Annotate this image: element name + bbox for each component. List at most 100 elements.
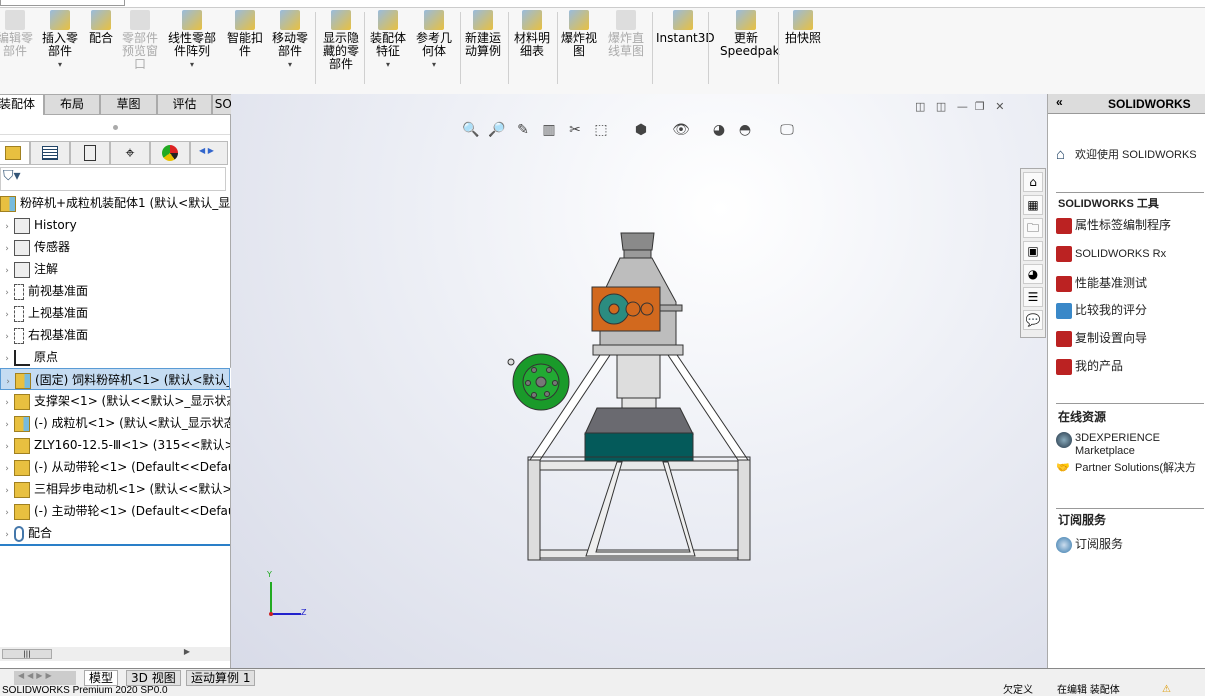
dynamic-annotation-icon[interactable]: ✂ xyxy=(566,122,584,140)
view-settings-icon[interactable]: 🖵 xyxy=(778,122,796,140)
tab-0[interactable]: 装配体 xyxy=(0,94,44,115)
panel-splitter[interactable] xyxy=(0,121,230,135)
configurationmanager-tab[interactable] xyxy=(70,141,110,165)
ribbon-button-9[interactable]: 参考几何体 ▾ xyxy=(416,10,452,71)
expand-icon[interactable]: › xyxy=(0,260,14,280)
tree-item[interactable]: › 原点 xyxy=(0,346,230,368)
ribbon-button-5[interactable]: 智能扣件 xyxy=(225,10,265,58)
chevron-down-icon[interactable]: ▾ xyxy=(42,58,78,71)
minimize-icon[interactable]: — xyxy=(957,100,968,113)
tree-item[interactable]: › 上视基准面 xyxy=(0,302,230,324)
expand-icon[interactable]: › xyxy=(0,348,14,368)
filter-bar[interactable]: ⛉▾ xyxy=(0,167,226,191)
horizontal-scrollbar[interactable]: ||| ▶ xyxy=(0,647,230,661)
ribbon-button-11[interactable]: 材料明细表 xyxy=(512,10,552,58)
dimxpert-tab[interactable]: ⌖ xyxy=(110,141,150,165)
tab-scroll-buttons[interactable]: ◀◀▶▶ xyxy=(14,671,76,685)
ribbon-button-12[interactable]: 爆炸视图 xyxy=(561,10,597,58)
ribbon-button-0[interactable]: 编辑零部件 xyxy=(0,10,33,58)
tool-link-2[interactable]: 性能基准测试 xyxy=(1056,274,1204,292)
expand-icon[interactable]: › xyxy=(0,392,14,412)
tree-item[interactable]: › 右视基准面 xyxy=(0,324,230,346)
tree-item[interactable]: 粉碎机+成粒机装配体1 (默认<默认_显示 xyxy=(0,192,230,214)
appearances-icon[interactable]: ◕ xyxy=(1023,264,1043,284)
expand-icon[interactable]: › xyxy=(0,436,14,456)
ribbon-button-8[interactable]: 装配体特征 ▾ xyxy=(368,10,408,71)
tab-1[interactable]: 布局 xyxy=(44,94,100,115)
ribbon-button-14[interactable]: Instant3D xyxy=(656,10,715,45)
zoom-area-icon[interactable]: 🔎 xyxy=(488,122,506,140)
ribbon-button-2[interactable]: 配合 xyxy=(86,10,116,45)
collapse-icon[interactable]: « xyxy=(1056,95,1063,109)
tile-right-icon[interactable]: ◫ xyxy=(936,100,946,113)
online-link-0[interactable]: 3DEXPERIENCE Marketplace xyxy=(1056,432,1204,458)
ribbon-button-4[interactable]: 线性零部件阵列 ▾ xyxy=(166,10,218,71)
close-icon[interactable]: ✕ xyxy=(995,100,1004,113)
expand-icon[interactable]: › xyxy=(0,304,14,324)
restore-icon[interactable]: ❐ xyxy=(975,100,985,113)
forum-icon[interactable]: 💬 xyxy=(1023,310,1043,330)
tool-link-1[interactable]: SOLIDWORKS Rx xyxy=(1056,246,1204,262)
tool-link-0[interactable]: 属性标签编制程序 xyxy=(1056,216,1204,234)
ribbon-button-6[interactable]: 移动零部件 ▾ xyxy=(270,10,310,71)
chevron-down-icon[interactable]: ▾ xyxy=(416,58,452,71)
chevron-down-icon[interactable]: ▾ xyxy=(270,58,310,71)
tree-item[interactable]: › (固定) 饲料粉碎机<1> (默认<默认_ xyxy=(0,368,230,390)
tree-item[interactable]: › 三相异步电动机<1> (默认<<默认> xyxy=(0,478,230,500)
expand-icon[interactable]: › xyxy=(0,414,14,434)
custom-properties-icon[interactable]: ☰ xyxy=(1023,287,1043,307)
tree-item[interactable]: › (-) 主动带轮<1> (Default<<Defau xyxy=(0,500,230,522)
ribbon-button-16[interactable]: 拍快照 xyxy=(783,10,823,45)
design-library-icon[interactable]: ▦ xyxy=(1023,195,1043,215)
ribbon-button-10[interactable]: 新建运动算例 xyxy=(463,10,503,58)
tool-link-4[interactable]: 复制设置向导 xyxy=(1056,329,1204,347)
home-tab-icon[interactable]: ⌂ xyxy=(1023,172,1043,192)
ribbon-button-13[interactable]: 爆炸直线草图 xyxy=(607,10,645,58)
tool-link-3[interactable]: 比较我的评分 xyxy=(1056,301,1204,319)
tab-model[interactable]: 模型 xyxy=(84,670,119,686)
hide-show-icon[interactable]: 👁 xyxy=(672,122,690,140)
ribbon-button-1[interactable]: 插入零部件 ▾ xyxy=(42,10,78,71)
expand-icon[interactable]: › xyxy=(1,371,15,389)
expand-icon[interactable]: › xyxy=(0,326,14,346)
section-view-icon[interactable]: ▥ xyxy=(540,122,558,140)
ribbon-button-15[interactable]: 更新Speedpak xyxy=(720,10,780,58)
propertymanager-tab[interactable] xyxy=(30,141,70,165)
ribbon-button-7[interactable]: 显示隐藏的零部件 xyxy=(319,10,363,71)
file-explorer-icon[interactable]: 🗀 xyxy=(1023,218,1043,238)
expand-icon[interactable]: › xyxy=(0,238,14,258)
rebuild-warning-icon[interactable]: ⚠ xyxy=(1162,685,1171,695)
tree-item[interactable]: › (-) 成粒机<1> (默认<默认_显示状态 xyxy=(0,412,230,434)
panel-tab-scroll[interactable]: ◀ ▶ xyxy=(190,141,228,165)
filter-icon[interactable]: ⛉▾ xyxy=(3,168,21,184)
chevron-down-icon[interactable]: ▾ xyxy=(166,58,218,71)
graphics-area[interactable] xyxy=(231,94,1047,668)
tree-item[interactable]: › 支撑架<1> (默认<<默认>_显示状态 xyxy=(0,390,230,412)
rollback-bar[interactable] xyxy=(0,544,230,546)
expand-icon[interactable]: › xyxy=(0,502,14,522)
expand-icon[interactable]: › xyxy=(0,480,14,500)
display-manager-tab[interactable] xyxy=(150,141,190,165)
tab-motion-study[interactable]: 运动算例 1 xyxy=(186,670,256,686)
solidworks-logo[interactable] xyxy=(0,0,125,6)
online-link-1[interactable]: 🤝 Partner Solutions(解决方 xyxy=(1056,462,1204,478)
expand-icon[interactable]: › xyxy=(0,524,14,544)
display-style-icon[interactable]: ⬢ xyxy=(632,122,650,140)
tile-left-icon[interactable]: ◫ xyxy=(915,100,925,113)
expand-icon[interactable]: › xyxy=(0,282,14,302)
tree-item[interactable]: › 传感器 xyxy=(0,236,230,258)
welcome-link[interactable]: ⌂ 欢迎使用 SOLIDWORKS xyxy=(1056,146,1204,163)
tab-3d-view[interactable]: 3D 视图 xyxy=(126,670,181,686)
tree-item[interactable]: › 配合 xyxy=(0,522,230,544)
tree-item[interactable]: › 注解 xyxy=(0,258,230,280)
ribbon-button-3[interactable]: 零部件预览窗口 xyxy=(120,10,160,71)
zoom-to-fit-icon[interactable]: 🔍 xyxy=(462,122,480,140)
subscription-link[interactable]: 订阅服务 xyxy=(1056,535,1204,553)
tree-item[interactable]: › History xyxy=(0,214,230,236)
featuremanager-tab[interactable] xyxy=(0,141,30,165)
previous-view-icon[interactable]: ✎ xyxy=(514,122,532,140)
tree-item[interactable]: › ZLY160-12.5-Ⅲ<1> (315<<默认> xyxy=(0,434,230,456)
view-palette-icon[interactable]: ▣ xyxy=(1023,241,1043,261)
tree-item[interactable]: › (-) 从动带轮<1> (Default<<Defau xyxy=(0,456,230,478)
tree-item[interactable]: › 前视基准面 xyxy=(0,280,230,302)
